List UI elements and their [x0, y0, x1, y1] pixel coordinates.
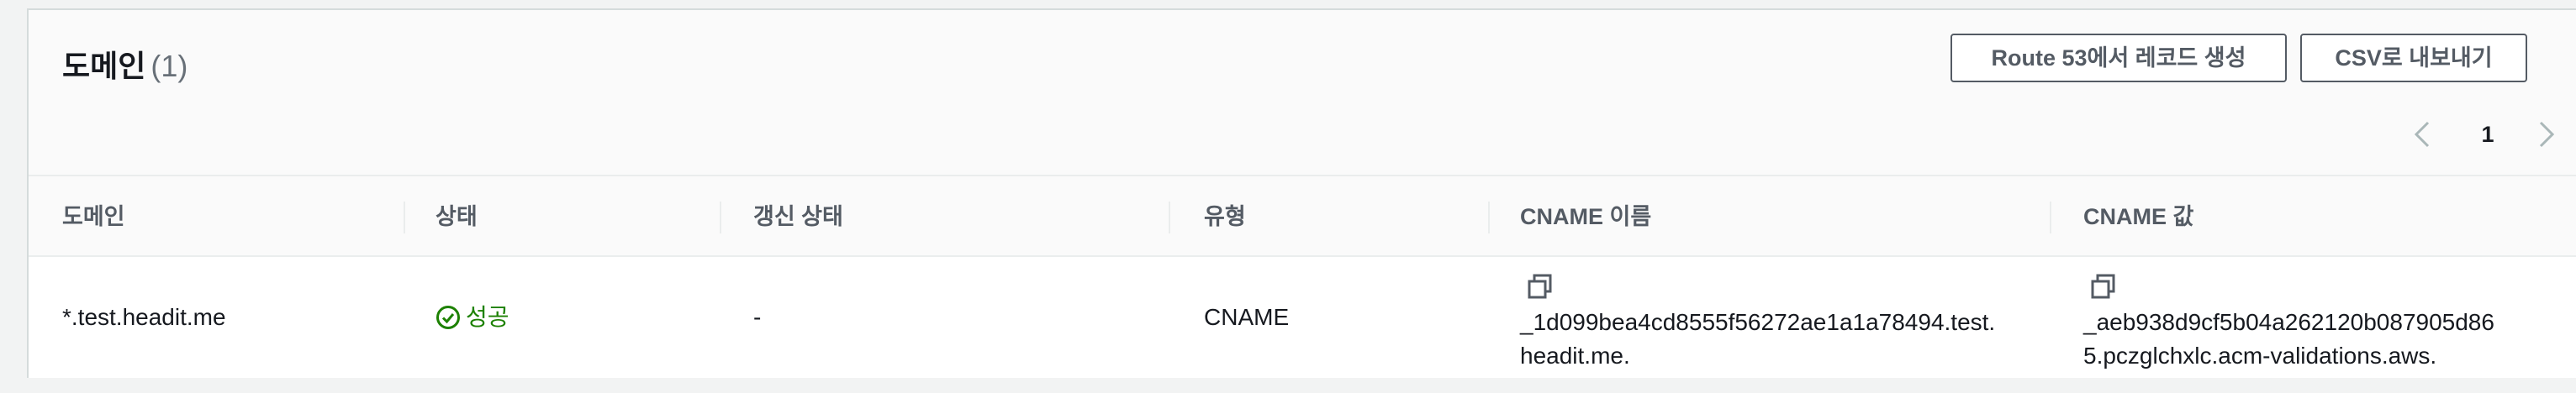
export-csv-button[interactable]: CSV로 내보내기: [2300, 34, 2527, 82]
table-header: 도메인 상태 갱신 상태 유형 CNAME 이름 CNAME 값: [29, 175, 2576, 257]
pagination-prev-button[interactable]: [2410, 116, 2435, 153]
status-text: 성공: [466, 304, 509, 330]
chevron-right-icon: [2539, 121, 2555, 148]
domains-panel: 도메인 (1) Route 53에서 레코드 생성 CSV로 내보내기 1 도메인…: [27, 8, 2576, 378]
column-divider: [404, 202, 405, 233]
create-records-route53-button[interactable]: Route 53에서 레코드 생성: [1950, 34, 2287, 82]
type-cell: CNAME: [1204, 304, 1290, 330]
domain-count: (1): [150, 49, 188, 83]
pagination-page-number[interactable]: 1: [2475, 116, 2500, 153]
cname-value-text: _aeb938d9cf5b04a262120b087905d86 5.pczgl…: [2083, 309, 2494, 369]
column-header-type[interactable]: 유형: [1204, 176, 1246, 257]
cname-name-cell: _1d099bea4cd8555f56272ae1a1a78494.test. …: [1520, 272, 2041, 373]
panel-title: 도메인 (1): [62, 42, 187, 91]
cname-value-cell: _aeb938d9cf5b04a262120b087905d86 5.pczgl…: [2083, 272, 2576, 373]
panel-title-text: 도메인: [62, 49, 146, 83]
column-header-cname-name[interactable]: CNAME 이름: [1520, 176, 1651, 257]
table-row: *.test.headit.me 성공 - CNAME _1d099bea4cd…: [29, 257, 2576, 378]
column-header-status[interactable]: 상태: [435, 176, 478, 257]
chevron-left-icon: [2414, 121, 2430, 148]
column-divider: [1488, 202, 1490, 233]
status-cell: 성공: [435, 257, 509, 378]
column-divider: [720, 202, 721, 233]
success-check-icon: [436, 306, 460, 329]
column-header-domain[interactable]: 도메인: [62, 176, 125, 257]
column-divider: [1169, 202, 1170, 233]
copy-icon[interactable]: [1525, 272, 1555, 302]
renewal-status-cell: -: [753, 304, 762, 330]
column-divider: [2050, 202, 2051, 233]
copy-icon[interactable]: [2088, 272, 2119, 302]
domain-cell: *.test.headit.me: [62, 304, 226, 330]
pagination-next-button[interactable]: [2534, 116, 2559, 153]
cname-name-text: _1d099bea4cd8555f56272ae1a1a78494.test. …: [1520, 309, 1996, 369]
column-header-cname-value[interactable]: CNAME 값: [2083, 176, 2193, 257]
panel-header: 도메인 (1) Route 53에서 레코드 생성 CSV로 내보내기 1: [29, 10, 2576, 175]
column-header-renewal-status[interactable]: 갱신 상태: [753, 176, 843, 257]
